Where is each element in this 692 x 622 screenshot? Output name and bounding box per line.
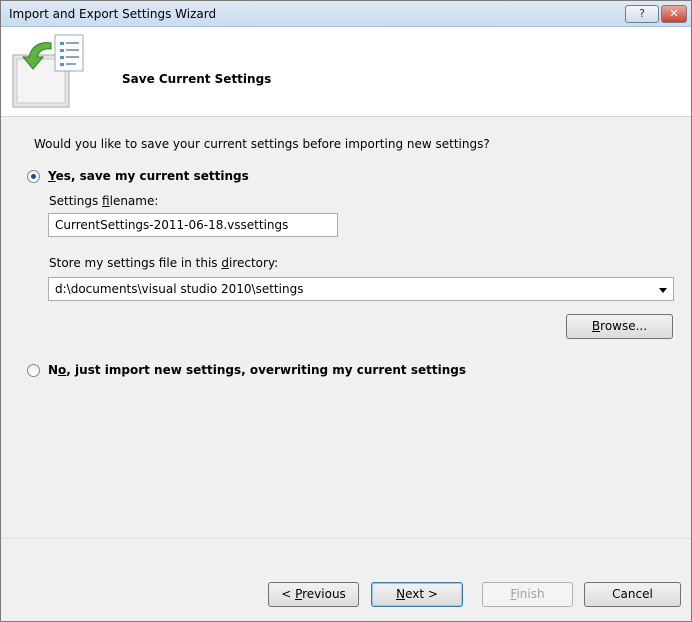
no-radio-label[interactable]: No, just import new settings, overwritin… bbox=[48, 363, 466, 377]
chevron-down-icon[interactable] bbox=[659, 288, 667, 293]
browse-label: rowse... bbox=[600, 319, 648, 333]
filename-input[interactable]: CurrentSettings-2011-06-18.vssettings bbox=[48, 213, 338, 237]
wizard-footer: < Previous Next > Finish Cancel bbox=[1, 538, 691, 621]
question-text: Would you like to save your current sett… bbox=[34, 137, 490, 151]
directory-label-pre: Store my settings file in this bbox=[49, 256, 222, 270]
yes-radio-label[interactable]: Yes, save my current settings bbox=[48, 169, 249, 183]
filename-label: Settings filename: bbox=[49, 194, 158, 208]
filename-label-post: ilename: bbox=[109, 194, 159, 208]
no-label-text: , just import new settings, overwriting … bbox=[66, 363, 466, 377]
window-title: Import and Export Settings Wizard bbox=[9, 7, 217, 21]
finish-button: Finish bbox=[482, 582, 573, 607]
next-label: ext > bbox=[405, 587, 438, 601]
wizard-header: Save Current Settings bbox=[1, 27, 691, 117]
next-accel: N bbox=[396, 587, 406, 601]
yes-accel: Y bbox=[48, 169, 56, 183]
browse-button[interactable]: Browse... bbox=[566, 314, 673, 339]
finish-label: inish bbox=[516, 587, 545, 601]
wizard-settings-icon bbox=[11, 33, 85, 109]
yes-label-text: es, save my current settings bbox=[55, 169, 249, 183]
browse-accel: B bbox=[591, 319, 601, 333]
previous-pre: < bbox=[281, 587, 296, 601]
directory-label: Store my settings file in this directory… bbox=[49, 256, 278, 270]
directory-combo[interactable]: d:\documents\visual studio 2010\settings bbox=[48, 277, 674, 301]
title-bar[interactable]: Import and Export Settings Wizard ? ✕ bbox=[1, 1, 691, 27]
directory-label-accel: d bbox=[221, 256, 229, 270]
directory-label-post: irectory: bbox=[228, 256, 279, 270]
filename-label-accel: f bbox=[102, 194, 110, 208]
yes-radio[interactable] bbox=[27, 170, 40, 183]
help-button[interactable]: ? bbox=[625, 5, 659, 23]
cancel-button[interactable]: Cancel bbox=[584, 582, 681, 607]
next-button[interactable]: Next > bbox=[371, 582, 463, 607]
wizard-content: Would you like to save your current sett… bbox=[1, 118, 691, 538]
close-button[interactable]: ✕ bbox=[661, 5, 687, 23]
wizard-window: Import and Export Settings Wizard ? ✕ Sa… bbox=[0, 0, 692, 622]
previous-button[interactable]: < Previous bbox=[268, 582, 359, 607]
no-label-pre: N bbox=[48, 363, 59, 377]
directory-value: d:\documents\visual studio 2010\settings bbox=[55, 282, 304, 296]
no-radio[interactable] bbox=[27, 364, 40, 377]
previous-label: revious bbox=[302, 587, 346, 601]
page-heading: Save Current Settings bbox=[122, 72, 272, 86]
filename-label-pre: Settings bbox=[49, 194, 103, 208]
